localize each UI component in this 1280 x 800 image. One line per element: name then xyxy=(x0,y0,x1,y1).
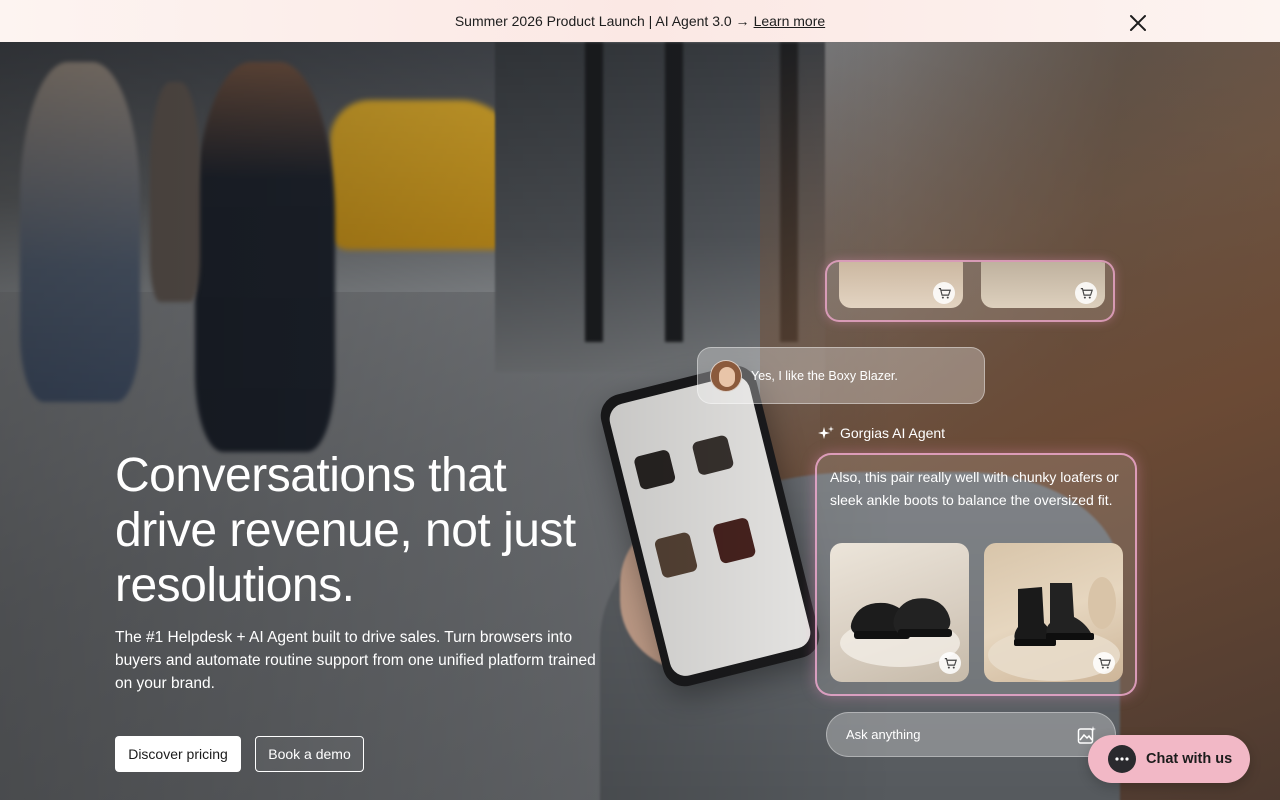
announcement-text: Summer 2026 Product Launch | AI Agent 3.… xyxy=(454,13,750,29)
user-message-text: Yes, I like the Boxy Blazer. xyxy=(751,368,898,383)
agent-message-card: Also, this pair really well with chunky … xyxy=(815,453,1137,696)
close-icon[interactable] xyxy=(1126,11,1150,35)
hero-headline: Conversations that drive revenue, not ju… xyxy=(115,449,576,612)
product-thumb xyxy=(981,262,1105,308)
cart-icon[interactable] xyxy=(1075,282,1097,304)
agent-label: Gorgias AI Agent xyxy=(818,425,945,441)
learn-more-link[interactable]: Learn more xyxy=(754,13,826,29)
chat-with-us-button[interactable]: Chat with us xyxy=(1088,735,1250,783)
ask-input-placeholder: Ask anything xyxy=(846,727,921,742)
product-thumb xyxy=(839,262,963,308)
cart-icon[interactable] xyxy=(1093,652,1115,674)
avatar xyxy=(710,359,742,392)
announcement-bar: Summer 2026 Product Launch | AI Agent 3.… xyxy=(0,0,1280,42)
chat-bubble-icon xyxy=(1108,745,1136,773)
user-message: Yes, I like the Boxy Blazer. xyxy=(697,347,985,404)
previous-products-card xyxy=(825,260,1115,322)
discover-pricing-button[interactable]: Discover pricing xyxy=(115,736,241,772)
chat-with-us-label: Chat with us xyxy=(1146,751,1233,767)
ask-input[interactable]: Ask anything xyxy=(826,712,1116,757)
agent-message-text: Also, this pair really well with chunky … xyxy=(830,469,1119,508)
cart-icon[interactable] xyxy=(939,652,961,674)
product-card-loafer[interactable] xyxy=(830,543,969,682)
book-demo-button[interactable]: Book a demo xyxy=(255,736,364,772)
cart-icon[interactable] xyxy=(933,282,955,304)
sparkle-icon xyxy=(818,426,834,439)
hero-subtext: The #1 Helpdesk + AI Agent built to driv… xyxy=(115,629,596,692)
agent-name: Gorgias AI Agent xyxy=(840,425,946,441)
product-card-boot[interactable] xyxy=(984,543,1123,682)
